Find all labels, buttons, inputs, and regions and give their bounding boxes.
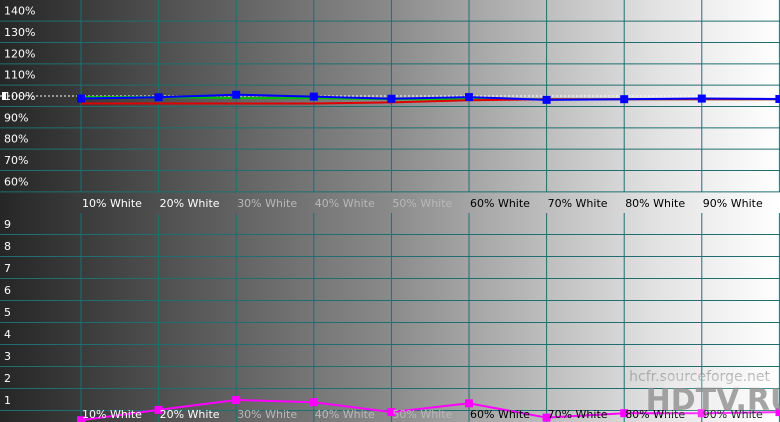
y-tick-label: 60% bbox=[4, 175, 28, 188]
gradient-background bbox=[0, 0, 780, 422]
x-tick-label: 10% White bbox=[82, 408, 142, 421]
x-tick-label: 20% White bbox=[160, 408, 220, 421]
x-tick-label: 30% White bbox=[237, 408, 297, 421]
data-point bbox=[620, 95, 629, 104]
x-tick-label: 40% White bbox=[315, 197, 375, 210]
data-point bbox=[465, 399, 473, 408]
data-point bbox=[387, 94, 396, 103]
watermark-logo: HDTV.RU bbox=[646, 383, 780, 418]
y-tick-label: 8 bbox=[4, 240, 11, 253]
chart-window: 60% 70% 80% 90% 100% 110% 120% 130% 140% 10% Whit… bbox=[0, 0, 780, 422]
data-point bbox=[775, 94, 780, 103]
x-tick-label: 30% White bbox=[237, 197, 297, 210]
x-tick-label: 80% White bbox=[625, 197, 685, 210]
hdtv-logo: HDTV.RU bbox=[646, 375, 780, 418]
data-point bbox=[77, 94, 85, 103]
y-tick-label: 7 bbox=[4, 262, 11, 275]
x-tick-label: 10% White bbox=[82, 197, 142, 210]
data-point bbox=[542, 95, 551, 104]
data-point bbox=[154, 93, 163, 102]
y-tick-label: 5 bbox=[4, 306, 11, 319]
x-tick-label: 70% White bbox=[548, 197, 608, 210]
y-tick-label: 6 bbox=[4, 284, 11, 297]
y-tick-label: 9 bbox=[4, 218, 11, 231]
y-tick-label: 70% bbox=[4, 154, 28, 167]
x-tick-label: 70% White bbox=[548, 408, 608, 421]
x-tick-label: 50% White bbox=[392, 197, 452, 210]
x-tick-label: 40% White bbox=[315, 408, 375, 421]
data-point bbox=[232, 396, 241, 404]
data-point bbox=[232, 90, 241, 99]
y-tick-label: 2 bbox=[4, 372, 11, 385]
x-tick-label: 60% White bbox=[470, 197, 530, 210]
grayscale-chart: 60% 70% 80% 90% 100% 110% 120% 130% 140% 10% Whit… bbox=[0, 0, 780, 422]
x-tick-label: 50% White bbox=[392, 408, 452, 421]
y-tick-label: 80% bbox=[4, 133, 28, 146]
data-point bbox=[309, 92, 318, 101]
x-tick-label: 60% White bbox=[470, 408, 530, 421]
y-tick-label: 100% bbox=[4, 90, 35, 103]
y-tick-label: 4 bbox=[4, 328, 11, 341]
data-point bbox=[697, 94, 706, 103]
y-tick-label: 130% bbox=[4, 26, 35, 39]
y-tick-label: 140% bbox=[4, 5, 35, 18]
x-tick-label: 20% White bbox=[160, 197, 220, 210]
y-tick-label: 3 bbox=[4, 350, 11, 363]
y-tick-label: 1 bbox=[4, 394, 11, 407]
x-tick-label: 90% White bbox=[703, 197, 763, 210]
y-tick-label: 90% bbox=[4, 111, 28, 124]
y-tick-label: 120% bbox=[4, 47, 35, 60]
y-tick-label: 110% bbox=[4, 69, 35, 82]
data-point bbox=[465, 93, 473, 102]
data-point bbox=[309, 398, 318, 407]
